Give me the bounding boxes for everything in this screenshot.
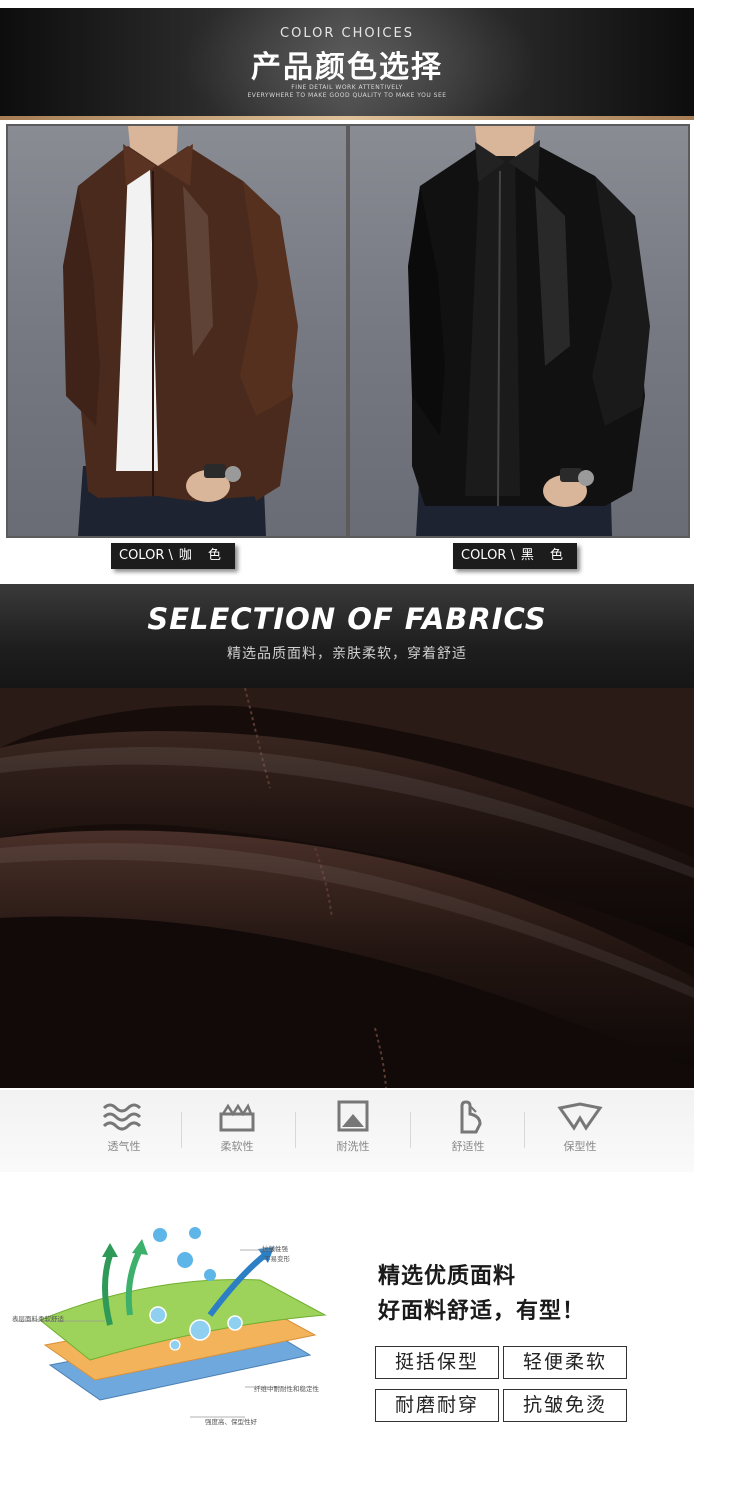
feature-label: 透气性 — [107, 1140, 141, 1153]
color-tag-prefix: COLOR \ — [119, 548, 173, 563]
benefits-title-1: 精选优质面料 — [378, 1264, 517, 1289]
diagram-label-left: 表层面料柔软舒适 — [12, 1315, 64, 1323]
benefit-box: 挺括保型 — [375, 1346, 499, 1379]
color-tag-brown: COLOR \ 咖 色 — [111, 543, 236, 569]
brown-jacket-photo — [6, 124, 348, 538]
black-jacket-illustration — [408, 126, 650, 536]
banner-eyebrow: COLOR CHOICES — [280, 26, 414, 41]
waves-icon — [102, 1103, 142, 1131]
diagram-label-top: 抗皱性强 — [262, 1245, 288, 1253]
feature-comfort: 舒适性 — [423, 1100, 513, 1154]
fabric-layers-diagram — [15, 1227, 327, 1418]
color-tag-name: 咖 色 — [178, 548, 228, 563]
feature-label: 保型性 — [563, 1140, 597, 1153]
benefit-box: 耐磨耐穿 — [375, 1389, 499, 1422]
feature-divider — [295, 1112, 296, 1148]
banner-subtitle: FINE DETAIL WORK ATTENTIVELY EVERYWHERE … — [0, 84, 694, 100]
feature-breathability: 透气性 — [79, 1100, 169, 1154]
feature-softness: 柔软性 — [192, 1100, 282, 1154]
banner-subtitle-line-1: FINE DETAIL WORK ATTENTIVELY — [291, 84, 403, 91]
feature-divider — [524, 1112, 525, 1148]
fabric-title: SELECTION OF FABRICS — [147, 602, 547, 636]
color-tag-prefix: COLOR \ — [461, 548, 515, 563]
banner-subtitle-line-2: EVERYWHERE TO MAKE GOOD QUALITY TO MAKE … — [247, 92, 447, 99]
feature-label: 耐洗性 — [336, 1140, 370, 1153]
feature-divider — [410, 1112, 411, 1148]
fabric-subtitle: 精选品质面料，亲肤柔软，穿着舒适 — [227, 646, 467, 662]
color-tag-black: COLOR \ 黑 色 — [453, 543, 578, 569]
color-tag-name: 黑 色 — [520, 548, 570, 563]
brown-jacket-illustration — [63, 126, 298, 536]
hand-icon — [460, 1100, 482, 1134]
black-jacket-photo — [348, 124, 690, 538]
feature-label: 舒适性 — [451, 1140, 485, 1153]
feature-label: 柔软性 — [220, 1140, 254, 1153]
diagram-label-bottom: 强度高、保型性好 — [205, 1418, 257, 1426]
collar-icon — [557, 1102, 603, 1131]
banner-gold-line — [0, 116, 694, 120]
benefit-box: 轻便柔软 — [503, 1346, 627, 1379]
cushion-icon — [219, 1103, 255, 1132]
banner-title: 产品颜色选择 — [251, 50, 443, 85]
benefits-title-2: 好面料舒适，有型！ — [378, 1299, 586, 1324]
feature-washability: 耐洗性 — [308, 1100, 398, 1154]
diagram-label-mid: 纤维中耐耐性和稳定性 — [254, 1385, 319, 1393]
fabric-section-header — [0, 584, 694, 688]
feature-divider — [181, 1112, 182, 1148]
feature-shape-retention: 保型性 — [535, 1100, 625, 1154]
frame-icon — [337, 1100, 369, 1132]
diagram-label-top-2: 不易变形 — [264, 1255, 290, 1263]
leather-folds-illustration — [0, 688, 694, 1088]
leather-fabric-photo — [0, 688, 694, 1088]
benefit-box: 抗皱免烫 — [503, 1389, 627, 1422]
